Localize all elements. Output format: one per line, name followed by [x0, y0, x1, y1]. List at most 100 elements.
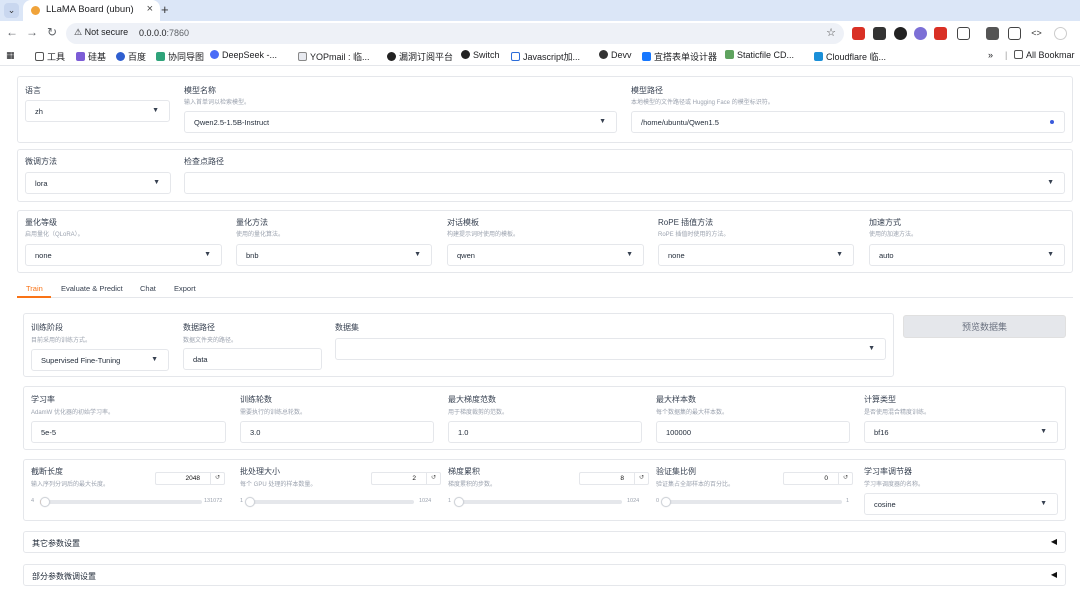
bookmark-11[interactable]: Staticfile CD... [725, 50, 794, 60]
reset-icon[interactable]: ↺ [634, 473, 648, 484]
bookmark-0[interactable]: 工具 [35, 50, 65, 63]
bookmark-9[interactable]: Devv [599, 50, 632, 60]
lr-scheduler-select[interactable]: cosine ▼ [864, 493, 1058, 515]
bookmark-2[interactable]: 百度 [116, 50, 146, 63]
max-grad-norm-input[interactable]: 1.0 [448, 421, 642, 443]
grad-accum-number[interactable]: 8 ↺ [579, 472, 649, 485]
security-indicator[interactable]: ⚠ Not secure [74, 27, 128, 38]
extension-sync-icon[interactable] [894, 27, 907, 40]
extensions-puzzle-icon[interactable] [957, 27, 970, 40]
qr-code-icon[interactable] [1008, 27, 1021, 40]
all-bookmarks[interactable]: All Bookmar [1014, 50, 1075, 60]
bookmark-label: Staticfile CD... [737, 50, 795, 60]
finetune-panel: 微调方法 lora ▼ 检查点路径 ▼ [17, 149, 1073, 202]
cutoff-len-slider[interactable] [39, 497, 202, 507]
bookmark-5[interactable]: YOPmail : 临... [298, 50, 370, 63]
cutoff-len-value: 2048 [185, 475, 200, 482]
model-path-input[interactable]: /home/ubuntu/Qwen1.5 [631, 111, 1065, 133]
extension-new-icon[interactable] [852, 27, 865, 40]
bookmark-8[interactable]: Javascript加... [511, 50, 580, 63]
bookmark-10[interactable]: 宜搭表单设计器 [642, 50, 717, 63]
checkpoint-path-select[interactable]: ▼ [184, 172, 1065, 194]
booster-select[interactable]: auto ▼ [869, 244, 1065, 266]
bookmark-12[interactable]: Cloudflare 临... [814, 50, 886, 63]
extension-dev-icon[interactable] [934, 27, 947, 40]
bookmark-label: Switch [473, 50, 500, 60]
bookmark-star-icon[interactable]: ☆ [826, 26, 836, 39]
language-select[interactable]: zh ▼ [25, 100, 170, 122]
rope-hint: RoPE 插值时使用的方法。 [658, 232, 730, 238]
batch-size-number[interactable]: 2 ↺ [371, 472, 441, 485]
url-host: 0.0.0.0 [139, 27, 167, 38]
compute-type-select[interactable]: bf16 ▼ [864, 421, 1058, 443]
val-size-slider[interactable] [661, 497, 842, 507]
all-bookmarks-label: All Bookmar [1026, 50, 1075, 60]
slider-thumb[interactable] [454, 497, 465, 507]
learning-rate-input[interactable]: 5e-5 [31, 421, 226, 443]
extension-avatar-icon[interactable] [914, 27, 927, 40]
bookmark-label: Devv [611, 50, 632, 60]
new-tab-icon[interactable]: + [161, 2, 169, 17]
tab-search-icon[interactable]: ⌄ [4, 3, 19, 18]
learning-rate-value: 5e-5 [41, 428, 57, 437]
compute-type-value: bf16 [874, 428, 889, 437]
max-samples-label: 最大样本数 [656, 395, 696, 404]
forward-icon[interactable]: → [24, 25, 40, 39]
cutoff-len-number[interactable]: 2048 ↺ [155, 472, 225, 485]
switch-icon [461, 50, 470, 59]
max-samples-input[interactable]: 100000 [656, 421, 850, 443]
folder-icon [1014, 50, 1023, 59]
tab-evaluate-predict[interactable]: Evaluate & Predict [61, 284, 123, 293]
grad-accum-slider[interactable] [454, 497, 622, 507]
bookmark-1[interactable]: 硅基 [76, 50, 106, 63]
bookmark-7[interactable]: Switch [461, 50, 500, 60]
model-name-select[interactable]: Qwen2.5-1.5B-Instruct ▼ [184, 111, 617, 133]
profile-icon[interactable] [1054, 27, 1067, 40]
bookmark-label: 协同导图 [168, 52, 205, 62]
slider-thumb[interactable] [245, 497, 256, 507]
val-size-number[interactable]: 0 ↺ [783, 472, 853, 485]
quant-level-select[interactable]: none ▼ [25, 244, 222, 266]
baidu-icon [116, 52, 125, 61]
url-text[interactable]: 0.0.0.0:7860 [139, 28, 189, 38]
slider-thumb[interactable] [39, 497, 50, 507]
quant-method-select[interactable]: bnb ▼ [236, 244, 432, 266]
freeze-settings-accordion[interactable]: 部分参数微调设置 ◀ [23, 564, 1066, 586]
close-tab-icon[interactable]: × [147, 3, 153, 15]
dataset-select[interactable]: ▼ [335, 338, 886, 360]
reset-icon[interactable]: ↺ [426, 473, 440, 484]
omnibox[interactable]: ⚠ Not secure 0.0.0.0:7860 ☆ [66, 23, 844, 44]
rope-select[interactable]: none ▼ [658, 244, 854, 266]
tab-export[interactable]: Export [174, 284, 196, 293]
dataset-label: 数据集 [335, 323, 359, 332]
slider-thumb[interactable] [661, 497, 671, 507]
devtools-icon[interactable]: <> [1030, 27, 1043, 40]
dataset-dir-input[interactable]: data [183, 348, 322, 370]
bookmark-4[interactable]: DeepSeek -... [210, 50, 277, 60]
tab-train[interactable]: Train [26, 284, 43, 293]
extra-settings-accordion[interactable]: 其它参数设置 ◀ [23, 531, 1066, 553]
template-select[interactable]: qwen ▼ [447, 244, 644, 266]
bookmark-label: 宜搭表单设计器 [654, 52, 718, 62]
batch-size-slider[interactable] [245, 497, 414, 507]
preview-dataset-button[interactable]: 预览数据集 [903, 315, 1066, 338]
translate-icon[interactable] [986, 27, 999, 40]
reset-icon[interactable]: ↺ [210, 473, 224, 484]
apps-grid-icon[interactable]: ▦ [6, 50, 15, 61]
epochs-input[interactable]: 3.0 [240, 421, 434, 443]
finetune-method-select[interactable]: lora ▼ [25, 172, 171, 194]
bookmark-3[interactable]: 协同导图 [156, 50, 204, 63]
bookmark-6[interactable]: 漏洞订阅平台 [387, 50, 453, 63]
staticfile-icon [725, 50, 734, 59]
yopmail-icon [298, 52, 307, 61]
reload-icon[interactable]: ↻ [44, 25, 60, 39]
extension-icon[interactable] [873, 27, 886, 40]
epochs-hint: 需要执行的训练总轮数。 [240, 410, 307, 416]
tab-chat[interactable]: Chat [140, 284, 156, 293]
lr-scheduler-label: 学习率调节器 [864, 467, 912, 476]
back-icon[interactable]: ← [4, 25, 20, 39]
training-stage-select[interactable]: Supervised Fine-Tuning ▼ [31, 349, 169, 371]
browser-tab[interactable]: LLaMA Board (ubun) × [23, 0, 160, 21]
reset-icon[interactable]: ↺ [838, 473, 852, 484]
bookmarks-overflow-button[interactable]: » [988, 50, 993, 60]
